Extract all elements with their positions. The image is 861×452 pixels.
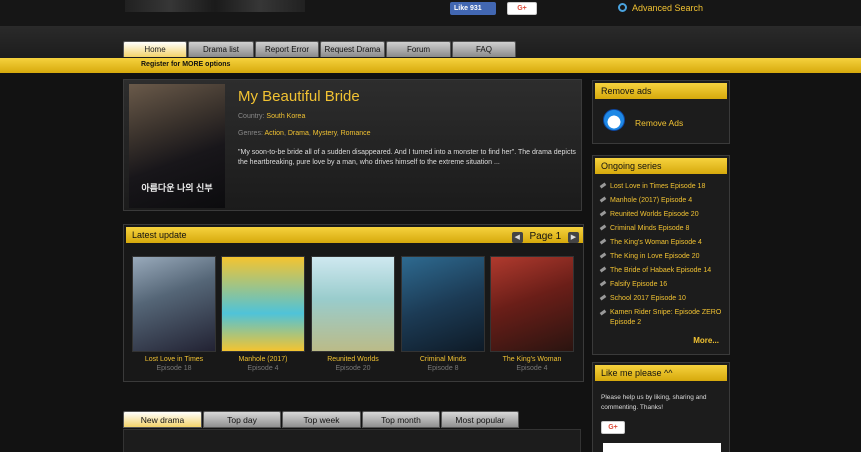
prev-page-icon[interactable]: ◀ bbox=[511, 232, 523, 243]
ongoing-item[interactable]: School 2017 Episode 10 bbox=[600, 292, 728, 306]
ongoing-item[interactable]: Manhole (2017) Episode 4 bbox=[600, 194, 728, 208]
ongoing-item[interactable]: Criminal Minds Episode 8 bbox=[600, 222, 728, 236]
page-label: Page 1 bbox=[529, 231, 562, 242]
drama-thumbnail[interactable] bbox=[490, 256, 574, 352]
drama-card[interactable]: Criminal Minds Episode 8 bbox=[401, 256, 485, 373]
remove-ads-header: Remove ads bbox=[595, 83, 727, 99]
drama-card[interactable]: Lost Love in Times Episode 18 bbox=[132, 256, 216, 373]
ongoing-item[interactable]: Kamen Rider Snipe: Episode ZERO Episode … bbox=[600, 308, 728, 328]
featured-poster[interactable]: 아름다운 나의 신부 bbox=[129, 84, 225, 208]
drama-thumbnail[interactable] bbox=[401, 256, 485, 352]
remove-ads-box: Remove ads Remove Ads bbox=[592, 80, 730, 144]
drama-thumbnail[interactable] bbox=[132, 256, 216, 352]
tab-home[interactable]: Home bbox=[123, 41, 187, 57]
tab-drama-list[interactable]: Drama list bbox=[188, 41, 254, 57]
genre-link[interactable]: Action bbox=[264, 130, 283, 137]
advanced-search-label: Advanced Search bbox=[632, 3, 704, 13]
google-plus-button[interactable]: G+ bbox=[507, 2, 537, 15]
sub-bar bbox=[0, 58, 861, 73]
tab-report-error[interactable]: Report Error bbox=[255, 41, 319, 57]
tab-new-drama[interactable]: New drama bbox=[123, 411, 202, 428]
ongoing-header: Ongoing series bbox=[595, 158, 727, 174]
featured-description: "My soon-to-be bride all of a sudden dis… bbox=[238, 149, 576, 166]
pager: ◀ Page 1 ▶ bbox=[511, 231, 579, 243]
ongoing-item[interactable]: Lost Love in Times Episode 18 bbox=[600, 180, 728, 194]
like-me-text: Please help us by liking, sharing and co… bbox=[601, 394, 707, 411]
drama-thumbnail[interactable] bbox=[311, 256, 395, 352]
tab-top-day[interactable]: Top day bbox=[203, 411, 281, 428]
drama-episode: Episode 18 bbox=[156, 365, 192, 372]
more-link[interactable]: More... bbox=[693, 336, 719, 345]
country-link[interactable]: South Korea bbox=[266, 113, 305, 120]
facebook-like-button[interactable]: Like 931 bbox=[450, 2, 496, 15]
genres-label: Genres: bbox=[238, 130, 263, 137]
drama-episode: Episode 20 bbox=[335, 365, 371, 372]
country-label: Country: bbox=[238, 113, 265, 120]
genre-link[interactable]: Mystery bbox=[313, 130, 337, 137]
ongoing-list: Lost Love in Times Episode 18 Manhole (2… bbox=[600, 180, 728, 328]
drama-episode: Episode 8 bbox=[427, 365, 459, 372]
ongoing-item[interactable]: The King's Woman Episode 4 bbox=[600, 236, 728, 250]
drama-title[interactable]: Lost Love in Times bbox=[132, 355, 216, 364]
latest-header: Latest update ◀ Page 1 ▶ bbox=[126, 227, 583, 243]
page: Like 931 G+ Advanced Search Home Drama l… bbox=[0, 0, 861, 452]
drama-title[interactable]: Reunited Worlds bbox=[311, 355, 395, 364]
tab-faq[interactable]: FAQ bbox=[452, 41, 516, 57]
genres-row: Genres: Action, Drama, Mystery, Romance bbox=[238, 130, 371, 137]
site-logo[interactable] bbox=[125, 0, 305, 12]
featured-title[interactable]: My Beautiful Bride bbox=[238, 88, 360, 105]
ongoing-series-box: Ongoing series Lost Love in Times Episod… bbox=[592, 155, 730, 355]
remove-ads-link[interactable]: Remove Ads bbox=[635, 118, 683, 128]
latest-update: Latest update ◀ Page 1 ▶ Lost Love in Ti… bbox=[123, 224, 584, 382]
drama-episode: Episode 4 bbox=[247, 365, 279, 372]
bottom-tab-panel bbox=[123, 429, 581, 452]
ongoing-item[interactable]: The King in Love Episode 20 bbox=[600, 250, 728, 264]
tab-top-month[interactable]: Top month bbox=[362, 411, 440, 428]
tab-top-week[interactable]: Top week bbox=[282, 411, 361, 428]
latest-title: Latest update bbox=[132, 230, 187, 240]
genre-link[interactable]: Romance bbox=[341, 130, 371, 137]
country-row: Country: South Korea bbox=[238, 113, 305, 120]
tab-forum[interactable]: Forum bbox=[386, 41, 451, 57]
ongoing-item[interactable]: Reunited Worlds Episode 20 bbox=[600, 208, 728, 222]
ongoing-item[interactable]: Falsify Episode 16 bbox=[600, 278, 728, 292]
drama-episode: Episode 4 bbox=[516, 365, 548, 372]
poster-title-text: 아름다운 나의 신부 bbox=[141, 183, 213, 193]
tab-request-drama[interactable]: Request Drama bbox=[320, 41, 385, 57]
doraemon-icon bbox=[603, 109, 625, 131]
ongoing-item[interactable]: The Bride of Habaek Episode 14 bbox=[600, 264, 728, 278]
next-page-icon[interactable]: ▶ bbox=[568, 232, 579, 243]
drama-title[interactable]: The King's Woman bbox=[490, 355, 574, 364]
featured-drama: 아름다운 나의 신부 My Beautiful Bride Country: S… bbox=[123, 79, 582, 211]
advanced-search-link[interactable]: Advanced Search bbox=[618, 2, 703, 14]
drama-card[interactable]: The King's Woman Episode 4 bbox=[490, 256, 574, 373]
drama-card[interactable]: Manhole (2017) Episode 4 bbox=[221, 256, 305, 373]
drama-card[interactable]: Reunited Worlds Episode 20 bbox=[311, 256, 395, 373]
drama-title[interactable]: Manhole (2017) bbox=[221, 355, 305, 364]
like-me-box: Like me please ^^ Please help us by liki… bbox=[592, 362, 730, 452]
tab-most-popular[interactable]: Most popular bbox=[441, 411, 519, 428]
social-widget[interactable] bbox=[603, 443, 721, 452]
like-me-header: Like me please ^^ bbox=[595, 365, 727, 381]
genre-link[interactable]: Drama bbox=[288, 130, 309, 137]
drama-thumbnail[interactable] bbox=[221, 256, 305, 352]
register-link[interactable]: Register for MORE options bbox=[141, 60, 230, 70]
drama-title[interactable]: Criminal Minds bbox=[401, 355, 485, 364]
google-plus-button[interactable]: G+ bbox=[601, 421, 625, 434]
header: Like 931 G+ Advanced Search bbox=[0, 0, 861, 26]
search-icon bbox=[618, 3, 627, 12]
